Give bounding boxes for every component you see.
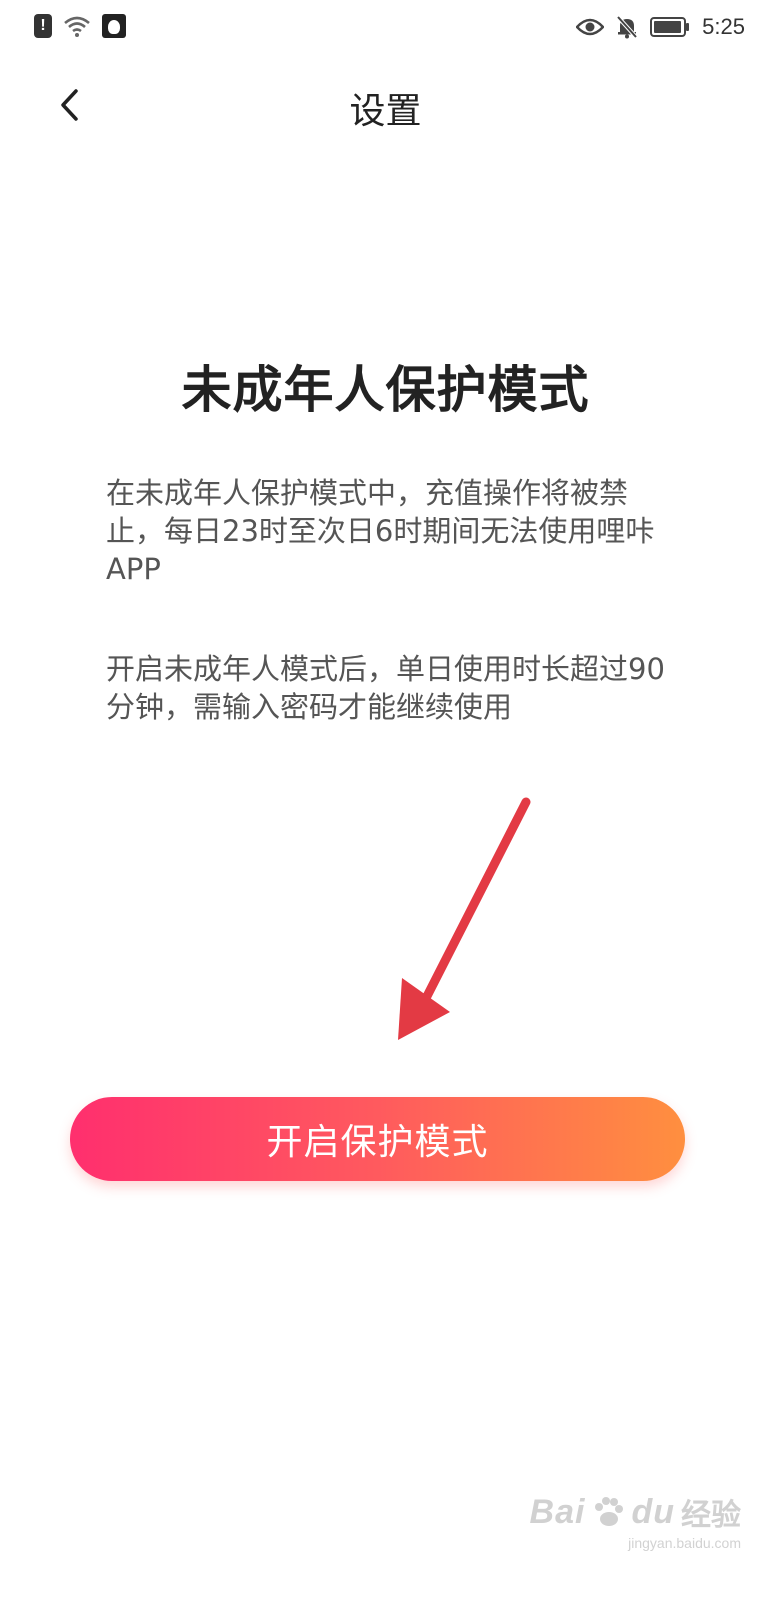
watermark: Bai du 经验 <box>530 1490 741 1534</box>
status-left: ! <box>34 14 126 38</box>
watermark-cn: 经验 <box>681 1498 741 1533</box>
page-title: 设置 <box>349 91 422 132</box>
eye-icon <box>576 18 605 36</box>
watermark-logo-suffix: du <box>631 1492 675 1531</box>
description-paragraph-1: 在未成年人保护模式中，充值操作将被禁止，每日23时至次日6时期间无法使用哩咔AP… <box>106 476 655 586</box>
bell-off-icon <box>616 15 638 39</box>
annotation-arrow <box>398 797 531 1040</box>
app-avatar-icon <box>102 14 126 38</box>
status-bar: ! 5:25 <box>0 0 771 60</box>
battery-icon <box>650 17 690 37</box>
mode-title: 未成年人保护模式 <box>181 361 590 419</box>
status-right: 5:25 <box>576 14 745 40</box>
status-time: 5:25 <box>702 14 745 39</box>
nav-bar: 设置 <box>0 60 771 150</box>
description-paragraph-2: 开启未成年人模式后，单日使用时长超过90分钟，需输入密码才能继续使用 <box>106 652 665 724</box>
enable-protection-button[interactable]: 开启保护模式 <box>70 1097 685 1181</box>
alert-icon: ! <box>34 14 52 38</box>
wifi-icon <box>64 16 90 37</box>
watermark-url: jingyan.baidu.com <box>628 1535 741 1551</box>
watermark-logo: Bai <box>529 1492 586 1531</box>
paw-icon <box>595 1497 624 1526</box>
